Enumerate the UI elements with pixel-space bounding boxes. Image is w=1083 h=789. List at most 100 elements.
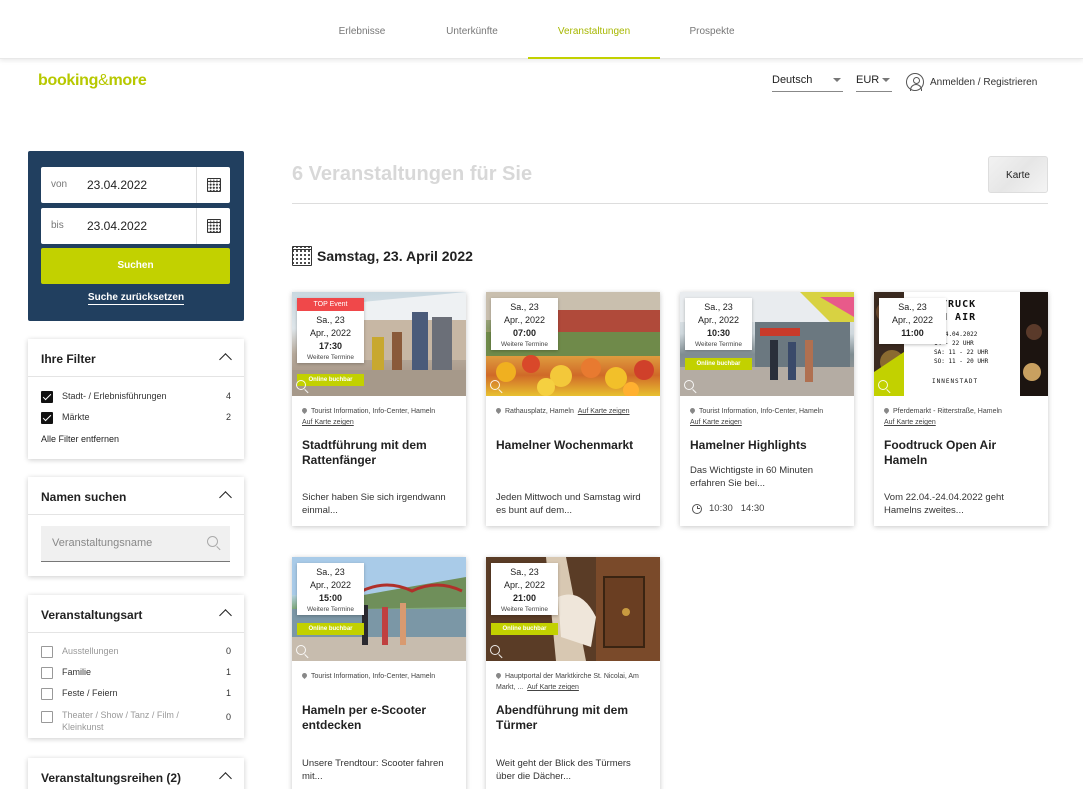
show-on-map-link[interactable]: Auf Karte zeigen [884, 419, 936, 426]
event-title[interactable]: Hamelner Highlights [690, 438, 846, 453]
calendar-icon [292, 246, 312, 266]
badge-time: 10:30 [706, 328, 731, 338]
date-to-picker-button[interactable] [196, 208, 230, 244]
more-dates-label[interactable]: Weitere Termine [297, 606, 364, 615]
event-card[interactable]: TOP Event Sa., 23 Apr., 2022 17:30 Weite… [292, 292, 466, 526]
date-badge: Sa., 23 Apr., 2022 15:00 Weitere Termine [297, 563, 364, 615]
tab-unterkuenfte[interactable]: Unterkünfte [432, 0, 512, 59]
chevron-up-icon[interactable] [219, 491, 232, 504]
date-badge: TOP Event Sa., 23 Apr., 2022 17:30 Weite… [297, 298, 364, 363]
location-pin-icon [494, 671, 503, 680]
date-from-value[interactable]: 23.04.2022 [87, 178, 147, 192]
badge-day: Sa., 23 [510, 567, 539, 577]
checkbox-checked[interactable] [41, 412, 53, 424]
search-icon[interactable] [207, 536, 218, 547]
online-bookable-badge: Online buchbar [491, 623, 558, 635]
zoom-icon[interactable] [490, 380, 500, 390]
logo[interactable]: booking&more [38, 72, 147, 90]
filter-item[interactable]: Stadt- / Erlebnisführungen 4 [41, 391, 231, 403]
more-dates-label[interactable]: Weitere Termine [491, 341, 558, 350]
event-title[interactable]: Foodtruck Open Air Hameln [884, 438, 1040, 468]
date-badge: Sa., 23 Apr., 2022 10:30 Weitere Termine [685, 298, 752, 350]
filter-item[interactable]: Familie 1 [41, 667, 231, 679]
name-search-header[interactable]: Namen suchen [28, 477, 244, 515]
event-image[interactable]: Sa., 23 Apr., 2022 07:00 Weitere Termine [486, 292, 660, 396]
badge-day: Sa., 23 [704, 302, 733, 312]
checkbox[interactable] [41, 711, 53, 723]
chevron-up-icon[interactable] [219, 772, 232, 785]
badge-month: Apr., 2022 [891, 315, 934, 325]
filter-item[interactable]: Ausstellungen 0 [41, 646, 231, 658]
online-bookable-badge: Online buchbar [685, 358, 752, 370]
map-button[interactable]: Karte [988, 156, 1048, 193]
active-filters-panel: Ihre Filter Stadt- / Erlebnisführungen 4… [28, 339, 244, 459]
zoom-icon[interactable] [684, 380, 694, 390]
event-location: Rathausplatz, Hameln Auf Karte zeigen [494, 406, 652, 417]
chevron-up-icon[interactable] [219, 353, 232, 366]
language-select[interactable]: Deutsch [772, 68, 843, 92]
event-type-header[interactable]: Veranstaltungsart [28, 595, 244, 633]
tab-erlebnisse[interactable]: Erlebnisse [322, 0, 402, 59]
results-title: 6 Veranstaltungen für Sie [292, 163, 533, 185]
event-series-header[interactable]: Veranstaltungsreihen (2) [28, 758, 244, 789]
event-title[interactable]: Abendführung mit dem Türmer [496, 703, 652, 733]
online-bookable-badge: Online buchbar [297, 623, 364, 635]
search-button[interactable]: Suchen [41, 248, 230, 284]
show-on-map-link[interactable]: Auf Karte zeigen [578, 408, 630, 415]
event-times-label: 10:30 14:30 [709, 503, 765, 514]
filter-item[interactable]: Theater / Show / Tanz / Film / Kleinkuns… [41, 709, 231, 733]
checkbox[interactable] [41, 667, 53, 679]
event-card[interactable]: Sa., 23 Apr., 2022 15:00 Weitere Termine… [292, 557, 466, 789]
tab-prospekte[interactable]: Prospekte [672, 0, 752, 59]
calendar-icon [206, 178, 221, 192]
currency-select[interactable]: EUR [856, 68, 892, 92]
event-image[interactable]: Sa., 23 Apr., 2022 10:30 Weitere Termine… [680, 292, 854, 396]
checkbox[interactable] [41, 646, 53, 658]
more-dates-label[interactable]: Weitere Termine [297, 354, 364, 363]
location-pin-icon [688, 406, 697, 415]
chevron-up-icon[interactable] [219, 609, 232, 622]
badge-time: 15:00 [318, 593, 343, 603]
zoom-icon[interactable] [296, 645, 306, 655]
event-card[interactable]: DTRUCK EN AIR - 24.04.2022 14 - 22 UHR S… [874, 292, 1048, 526]
event-image[interactable]: Sa., 23 Apr., 2022 15:00 Weitere Termine… [292, 557, 466, 661]
tab-veranstaltungen[interactable]: Veranstaltungen [528, 0, 660, 59]
remove-all-filters-link[interactable]: Alle Filter entfernen [41, 434, 119, 444]
event-title[interactable]: Stadtführung mit dem Rattenfänger [302, 438, 458, 468]
badge-month: Apr., 2022 [697, 315, 740, 325]
show-on-map-link[interactable]: Auf Karte zeigen [527, 684, 579, 691]
more-dates-label[interactable]: Weitere Termine [491, 606, 558, 615]
event-title[interactable]: Hameln per e-Scooter entdecken [302, 703, 458, 733]
filter-label: Ausstellungen [62, 646, 119, 656]
event-image[interactable]: TOP Event Sa., 23 Apr., 2022 17:30 Weite… [292, 292, 466, 396]
zoom-icon[interactable] [296, 380, 306, 390]
event-name-search-input[interactable]: Veranstaltungsname [41, 526, 230, 562]
checkbox[interactable] [41, 688, 53, 700]
date-from-picker-button[interactable] [196, 167, 230, 203]
date-heading: Samstag, 23. April 2022 [292, 246, 473, 266]
checkbox-checked[interactable] [41, 391, 53, 403]
active-filters-header[interactable]: Ihre Filter [28, 339, 244, 377]
event-card[interactable]: Sa., 23 Apr., 2022 10:30 Weitere Termine… [680, 292, 854, 526]
location-pin-icon [300, 406, 309, 415]
date-from-field[interactable]: von 23.04.2022 [41, 167, 230, 203]
event-card[interactable]: Sa., 23 Apr., 2022 07:00 Weitere Termine… [486, 292, 660, 526]
filter-item[interactable]: Märkte 2 [41, 412, 231, 424]
reset-search-link[interactable]: Suche zurücksetzen [28, 292, 244, 305]
show-on-map-link[interactable]: Auf Karte zeigen [690, 419, 742, 426]
filter-item[interactable]: Feste / Feiern 1 [41, 688, 231, 700]
event-image[interactable]: DTRUCK EN AIR - 24.04.2022 14 - 22 UHR S… [874, 292, 1048, 396]
date-to-field[interactable]: bis 23.04.2022 [41, 208, 230, 244]
zoom-icon[interactable] [490, 645, 500, 655]
event-card[interactable]: Sa., 23 Apr., 2022 21:00 Weitere Termine… [486, 557, 660, 789]
calendar-icon [206, 219, 221, 233]
login-link[interactable]: Anmelden / Registrieren [906, 72, 1037, 92]
zoom-icon[interactable] [878, 380, 888, 390]
location-text: Tourist Information, Info-Center, Hameln [311, 408, 436, 415]
show-on-map-link[interactable]: Auf Karte zeigen [302, 419, 354, 426]
badge-time: 07:00 [512, 328, 537, 338]
more-dates-label[interactable]: Weitere Termine [685, 341, 752, 350]
date-to-value[interactable]: 23.04.2022 [87, 219, 147, 233]
event-title[interactable]: Hamelner Wochenmarkt [496, 438, 652, 453]
event-image[interactable]: Sa., 23 Apr., 2022 21:00 Weitere Termine… [486, 557, 660, 661]
